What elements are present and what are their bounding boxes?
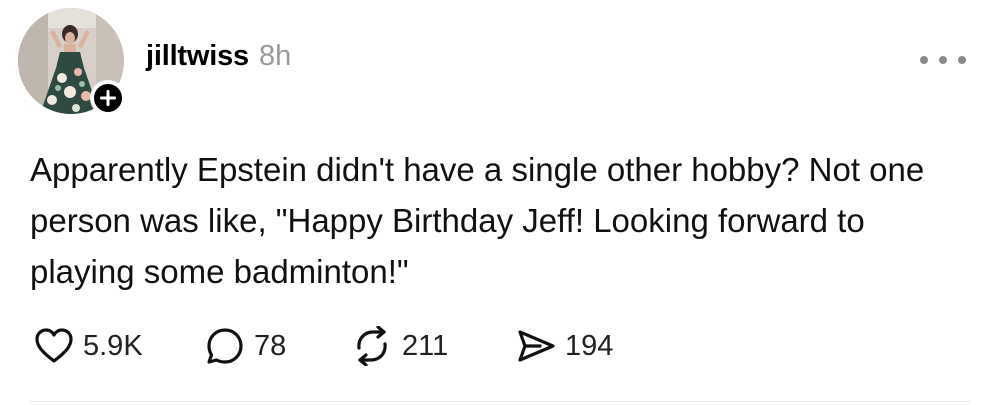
username-link[interactable]: jilltwiss: [146, 40, 249, 73]
post-header: jilltwiss 8h: [146, 40, 291, 73]
action-bar: 5.9K 78 211 194: [34, 324, 613, 368]
thread-post: jilltwiss 8h Apparently Epstein didn't h…: [0, 0, 1000, 405]
send-icon: [518, 330, 555, 362]
avatar-container: [18, 8, 126, 116]
ellipsis-dot: [958, 56, 966, 64]
repost-count: 211: [402, 329, 449, 362]
follow-button[interactable]: [90, 80, 126, 116]
ellipsis-dot: [939, 56, 947, 64]
repost-button[interactable]: 211: [351, 326, 516, 366]
ellipsis-icon[interactable]: [920, 48, 966, 72]
reply-count: 78: [254, 329, 287, 362]
comment-icon: [207, 328, 243, 364]
share-button[interactable]: 194: [516, 326, 613, 366]
plus-icon: [100, 90, 116, 106]
post-divider: [30, 401, 970, 402]
post-text: Apparently Epstein didn't have a single …: [30, 151, 925, 290]
repost-icon: [357, 326, 387, 366]
ellipsis-dot: [920, 56, 928, 64]
share-count: 194: [565, 329, 614, 362]
like-button[interactable]: 5.9K: [34, 327, 205, 365]
heart-icon: [35, 328, 73, 363]
post-timestamp: 8h: [258, 40, 292, 72]
like-count: 5.9K: [83, 329, 143, 362]
reply-button[interactable]: 78: [205, 326, 351, 366]
